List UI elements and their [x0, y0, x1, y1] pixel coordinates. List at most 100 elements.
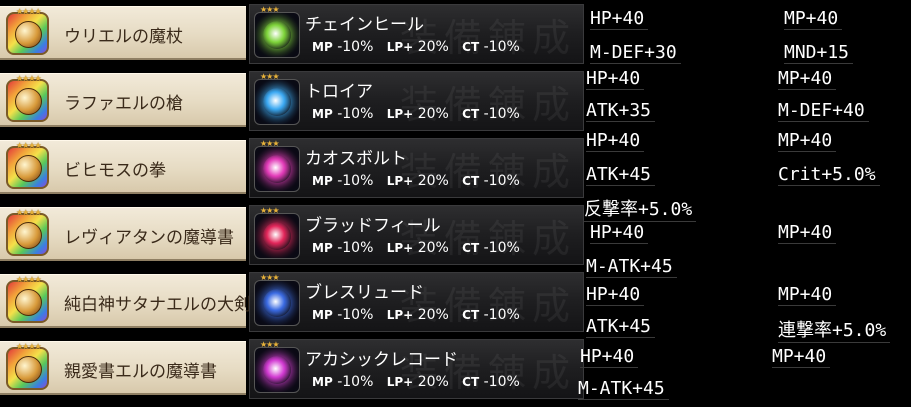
- stat-secondary: ATK+35: [586, 100, 656, 122]
- stat-mp: MP+40: [778, 222, 837, 244]
- mp-value: -10%: [337, 39, 374, 55]
- ct-label: CT: [462, 375, 480, 389]
- mp-value: -10%: [337, 374, 374, 390]
- ct-value: -10%: [483, 173, 520, 189]
- ct-label: CT: [462, 241, 480, 255]
- skill-orb-icon: [254, 12, 300, 58]
- mp-label: MP: [312, 107, 333, 121]
- skill-row[interactable]: 装備錬成 ★★★ アカシックレコード MP -10% LP+ 20% CT -1…: [249, 339, 584, 399]
- rarity-stars: ★★★: [260, 273, 279, 282]
- ct-label: CT: [462, 40, 480, 54]
- skill-name: ブラッドフィール: [305, 216, 441, 236]
- mp-value: -10%: [337, 240, 374, 256]
- stat-hp: HP+40: [586, 130, 645, 152]
- greatsword-icon: [6, 280, 49, 323]
- skill-name: トロイア: [305, 82, 373, 102]
- weapon-row[interactable]: ★★★★ 純白神サタナエルの大剣: [0, 274, 251, 328]
- stat-mp: MP+40: [772, 346, 831, 368]
- skill-orb-icon: [254, 280, 300, 326]
- lp-label: LP+: [386, 308, 414, 322]
- ct-value: -10%: [483, 307, 520, 323]
- rarity-stars: ★★★: [260, 139, 279, 148]
- stat-mp: MP+40: [778, 68, 837, 90]
- skill-stats: MP -10% LP+ 20% CT -10%: [312, 307, 520, 323]
- lp-label: LP+: [386, 40, 414, 54]
- skill-orb-icon: [254, 79, 300, 125]
- skill-row[interactable]: 装備錬成 ★★★ ブラッドフィール MP -10% LP+ 20% CT -10…: [249, 205, 584, 265]
- lp-value: 20%: [417, 106, 449, 122]
- rarity-stars: ★★★: [260, 72, 279, 81]
- skill-orb-icon: [254, 146, 300, 192]
- lp-label: LP+: [386, 107, 414, 121]
- weapon-row[interactable]: ★★★★ 親愛書エルの魔導書: [0, 341, 246, 395]
- rarity-stars: ★★★★: [16, 342, 42, 351]
- rarity-stars: ★★★: [260, 5, 279, 14]
- ct-label: CT: [462, 174, 480, 188]
- book-icon: [6, 347, 49, 390]
- mp-label: MP: [312, 241, 333, 255]
- weapon-row[interactable]: ★★★★ ラファエルの槍: [0, 73, 246, 127]
- skill-stats: MP -10% LP+ 20% CT -10%: [312, 173, 520, 189]
- grimoire-icon: [6, 213, 49, 256]
- lp-label: LP+: [386, 241, 414, 255]
- stat-secondary: Crit+5.0%: [778, 164, 880, 186]
- skill-orb-icon: [254, 213, 300, 259]
- stat-mp: MP+40: [784, 8, 843, 30]
- stat-secondary: ATK+45: [586, 316, 656, 338]
- stat-hp: HP+40: [586, 68, 645, 90]
- skill-row[interactable]: 装備錬成 ★★★ チェインヒール MP -10% LP+ 20% CT -10%: [249, 4, 584, 64]
- weapon-name: 親愛書エルの魔導書: [64, 362, 217, 382]
- stat-hp: HP+40: [590, 8, 649, 30]
- mp-label: MP: [312, 174, 333, 188]
- staff-icon: [6, 12, 49, 55]
- skill-name: カオスボルト: [305, 149, 407, 169]
- weapon-row[interactable]: ★★★★ ビヒモスの拳: [0, 140, 246, 194]
- skill-row[interactable]: 装備錬成 ★★★ ブレスリュード MP -10% LP+ 20% CT -10%: [249, 272, 584, 332]
- mp-label: MP: [312, 308, 333, 322]
- rarity-stars: ★★★★: [16, 74, 42, 83]
- mp-label: MP: [312, 375, 333, 389]
- stat-secondary: ATK+45: [586, 164, 656, 186]
- stat-extra: 反撃率+5.0%: [584, 195, 697, 222]
- weapon-name: 純白神サタナエルの大剣: [64, 295, 251, 315]
- stat-mp: MP+40: [778, 130, 837, 152]
- ct-value: -10%: [483, 374, 520, 390]
- lp-value: 20%: [417, 173, 449, 189]
- stat-secondary: M-ATK+45: [586, 256, 677, 278]
- stat-hp: HP+40: [586, 284, 645, 306]
- skill-orb-icon: [254, 347, 300, 393]
- weapon-name: ラファエルの槍: [64, 94, 183, 114]
- lp-label: LP+: [386, 174, 414, 188]
- rarity-stars: ★★★★: [16, 275, 42, 284]
- skill-row[interactable]: 装備錬成 ★★★ カオスボルト MP -10% LP+ 20% CT -10%: [249, 138, 584, 198]
- rarity-stars: ★★★: [260, 206, 279, 215]
- ct-value: -10%: [483, 39, 520, 55]
- ct-label: CT: [462, 107, 480, 121]
- stat-hp: HP+40: [590, 222, 649, 244]
- skill-name: アカシックレコード: [305, 350, 458, 370]
- stat-mp: MP+40: [778, 284, 837, 306]
- mp-value: -10%: [337, 173, 374, 189]
- ct-value: -10%: [483, 106, 520, 122]
- skill-row[interactable]: 装備錬成 ★★★ トロイア MP -10% LP+ 20% CT -10%: [249, 71, 584, 131]
- stat-secondary: 連撃率+5.0%: [778, 316, 891, 343]
- skill-name: チェインヒール: [305, 15, 424, 35]
- weapon-row[interactable]: ★★★★ レヴィアタンの魔導書: [0, 207, 246, 261]
- skill-name: ブレスリュード: [305, 283, 424, 303]
- ct-value: -10%: [483, 240, 520, 256]
- ct-label: CT: [462, 308, 480, 322]
- mp-value: -10%: [337, 307, 374, 323]
- spear-icon: [6, 79, 49, 122]
- rarity-stars: ★★★★: [16, 7, 42, 16]
- lp-value: 20%: [417, 240, 449, 256]
- lp-value: 20%: [417, 39, 449, 55]
- stat-secondary: M-ATK+45: [578, 378, 669, 400]
- rarity-stars: ★★★★: [16, 141, 42, 150]
- skill-stats: MP -10% LP+ 20% CT -10%: [312, 106, 520, 122]
- lp-value: 20%: [417, 307, 449, 323]
- skill-stats: MP -10% LP+ 20% CT -10%: [312, 39, 520, 55]
- weapon-name: ウリエルの魔杖: [64, 27, 183, 47]
- weapon-row[interactable]: ★★★★ ウリエルの魔杖: [0, 6, 246, 60]
- weapon-name: レヴィアタンの魔導書: [64, 228, 234, 248]
- stat-secondary: MND+15: [784, 42, 854, 64]
